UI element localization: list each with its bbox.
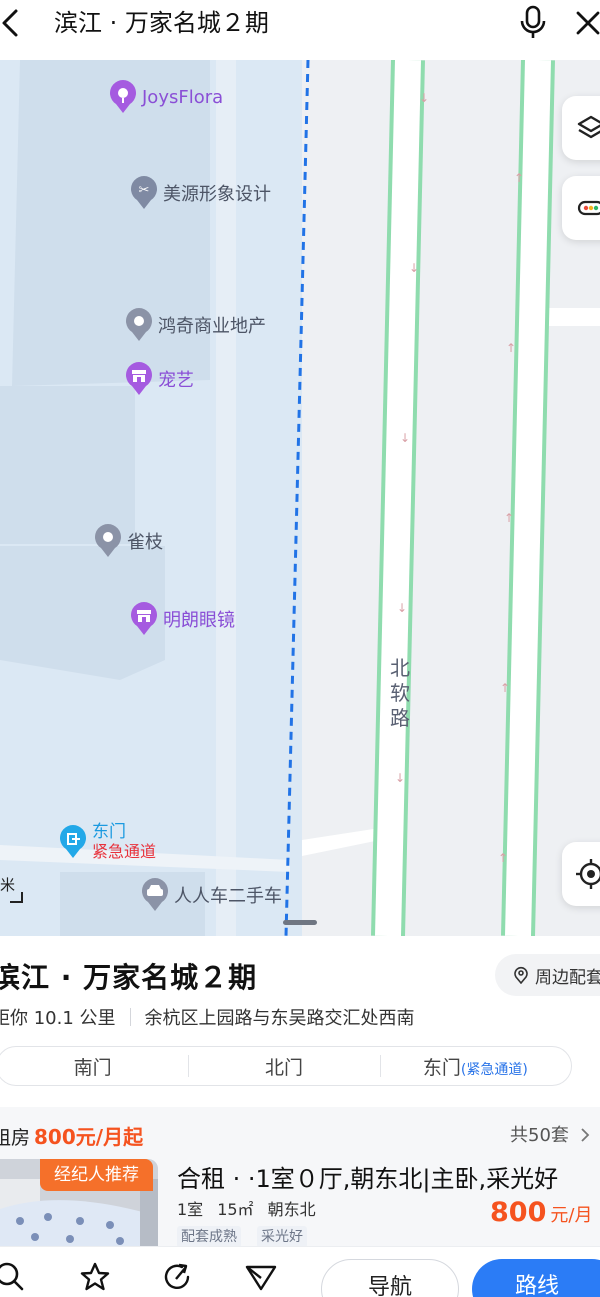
listing-rooms: 1室 xyxy=(177,1200,204,1219)
listing-facing: 朝东北 xyxy=(267,1200,316,1219)
rental-count: 共50套 xyxy=(510,1125,569,1146)
listing-price: 800 元/月 xyxy=(490,1197,592,1228)
poi-meiyuan[interactable]: ✂ 美源形象设计 xyxy=(129,176,271,210)
listing-tag: 采光好 xyxy=(257,1226,307,1248)
poi-label: 宠艺 xyxy=(158,370,194,391)
poi-quezhi[interactable]: 雀枝 xyxy=(93,524,163,558)
address-row: 距你 10.1 公里 余杭区上园路与东吴路交汇处西南 xyxy=(0,1004,415,1030)
flower-pin-icon xyxy=(110,80,136,113)
rental-min-price: 800元/月起 xyxy=(34,1125,144,1149)
listing-price-value: 800 xyxy=(490,1197,547,1228)
locate-button[interactable] xyxy=(562,842,600,906)
listing-title[interactable]: 合租 · ·1室０厅,朝东北|主卧,采光好 xyxy=(177,1159,597,1194)
shop-pin-icon xyxy=(131,602,157,635)
svg-text:✂: ✂ xyxy=(139,183,150,198)
locate-icon xyxy=(576,859,600,889)
car-pin-icon xyxy=(142,878,168,911)
rental-header: 租房 800元/月起 xyxy=(0,1121,143,1150)
svg-text:↑: ↑ xyxy=(504,511,514,525)
chevron-right-icon xyxy=(581,1128,589,1142)
sheet-drag-handle[interactable] xyxy=(283,920,317,925)
poi-label: 明朗眼镜 xyxy=(163,610,235,631)
poi-hongqi[interactable]: 鸿奇商业地产 xyxy=(124,308,266,342)
location-pin-icon xyxy=(95,524,121,557)
layers-icon xyxy=(577,115,600,139)
route-button[interactable]: 路线 xyxy=(472,1259,600,1297)
rental-count-link[interactable]: 共50套 xyxy=(510,1121,591,1147)
scale-label: 米 xyxy=(0,876,16,894)
place-detail-sheet: 滨江 · 万家名城２期 周边配套 距你 10.1 公里 余杭区上园路与东吴路交汇… xyxy=(0,936,600,1297)
poi-minglang[interactable]: 明朗眼镜 xyxy=(129,602,235,636)
place-title: 滨江 · 万家名城２期 xyxy=(0,961,258,994)
poi-renrenche[interactable]: 人人车二手车 xyxy=(140,878,282,912)
poi-label: 美源形象设计 xyxy=(163,184,271,205)
search-bar[interactable]: 滨江 · 万家名城２期 xyxy=(0,0,600,60)
listing-price-unit: 元/月 xyxy=(550,1205,593,1226)
gate-north[interactable]: 北门 xyxy=(188,1053,379,1080)
svg-text:↓: ↓ xyxy=(409,261,419,275)
gate-south[interactable]: 南门 xyxy=(0,1053,188,1080)
svg-text:↑: ↑ xyxy=(506,341,516,355)
divider xyxy=(129,1008,131,1026)
svg-text:↓: ↓ xyxy=(397,601,407,615)
svg-text:↓: ↓ xyxy=(400,431,410,445)
poi-label: 雀枝 xyxy=(127,532,163,553)
poi-label: 鸿奇商业地产 xyxy=(158,316,266,337)
nearby-facilities-label: 周边配套 xyxy=(535,967,600,988)
microphone-icon[interactable] xyxy=(516,3,550,41)
send-icon[interactable] xyxy=(245,1261,277,1293)
gate-tag: (紧急通道) xyxy=(460,1061,528,1078)
gate-selector: 南门 北门 东门(紧急通道) xyxy=(0,1046,572,1086)
svg-text:↑: ↑ xyxy=(498,851,508,865)
traffic-button[interactable] xyxy=(562,176,600,240)
shop-pin-icon xyxy=(126,362,152,395)
agent-recommend-badge: 经纪人推荐 xyxy=(40,1159,153,1191)
search-icon[interactable] xyxy=(0,1261,26,1293)
gate-marker-label: 东门 xyxy=(92,822,126,842)
navigate-button[interactable]: 导航 xyxy=(321,1259,459,1297)
svg-text:↑: ↑ xyxy=(514,171,524,185)
location-outline-icon xyxy=(514,966,528,984)
east-gate-marker[interactable]: 东门 紧急通道 xyxy=(58,822,156,862)
distance-text: 距你 10.1 公里 xyxy=(0,1008,116,1029)
listing-meta: 1室 15㎡ 朝东北 xyxy=(177,1196,330,1220)
map-view[interactable]: ↓ ↓ ↓ ↓ ↓ ↑ ↑ ↑ ↑ ↑ JoysFlora ✂ 美源形象设计 鸿奇商业地产 xyxy=(0,60,600,936)
gate-label: 南门 xyxy=(73,1056,112,1079)
back-arrow-icon[interactable] xyxy=(0,6,26,40)
road-name-label: 北软路 xyxy=(390,656,410,730)
bottom-action-bar: 导航 路线 xyxy=(0,1246,600,1297)
close-icon[interactable] xyxy=(572,6,600,38)
share-icon[interactable] xyxy=(162,1261,194,1293)
address-text: 余杭区上园路与东吴路交汇处西南 xyxy=(144,1008,415,1029)
layers-button[interactable] xyxy=(562,96,600,160)
poi-chongyi[interactable]: 宠艺 xyxy=(124,362,194,396)
scissors-pin-icon: ✂ xyxy=(131,176,157,209)
rental-section: 租房 800元/月起 共50套 经纪人推荐 合租 · ·1室０厅,朝东北|主卧,采… xyxy=(0,1107,600,1249)
listing-tag: 配套成熟 xyxy=(177,1226,241,1248)
svg-text:↓: ↓ xyxy=(395,771,405,785)
svg-text:↓: ↓ xyxy=(419,91,429,105)
traffic-icon xyxy=(577,200,600,216)
gate-east[interactable]: 东门(紧急通道) xyxy=(379,1053,571,1080)
listing-photo[interactable]: 经纪人推荐 xyxy=(0,1159,158,1249)
poi-label: JoysFlora xyxy=(142,86,224,108)
gate-marker-sublabel: 紧急通道 xyxy=(92,842,157,861)
location-pin-icon xyxy=(126,308,152,341)
map-background: ↓ ↓ ↓ ↓ ↓ ↑ ↑ ↑ ↑ ↑ xyxy=(0,60,600,936)
svg-text:↑: ↑ xyxy=(500,681,510,695)
gate-label: 东门 xyxy=(422,1056,461,1079)
star-icon[interactable] xyxy=(79,1261,111,1293)
poi-label: 人人车二手车 xyxy=(174,886,282,907)
nearby-facilities-button[interactable]: 周边配套 xyxy=(495,954,600,996)
poi-joysflora[interactable]: JoysFlora xyxy=(108,80,223,114)
rental-label: 租房 xyxy=(0,1127,31,1149)
gate-label: 北门 xyxy=(264,1056,303,1079)
search-query-text[interactable]: 滨江 · 万家名城２期 xyxy=(54,6,269,40)
gate-pin-icon xyxy=(60,825,86,858)
listing-area: 15㎡ xyxy=(217,1200,254,1219)
